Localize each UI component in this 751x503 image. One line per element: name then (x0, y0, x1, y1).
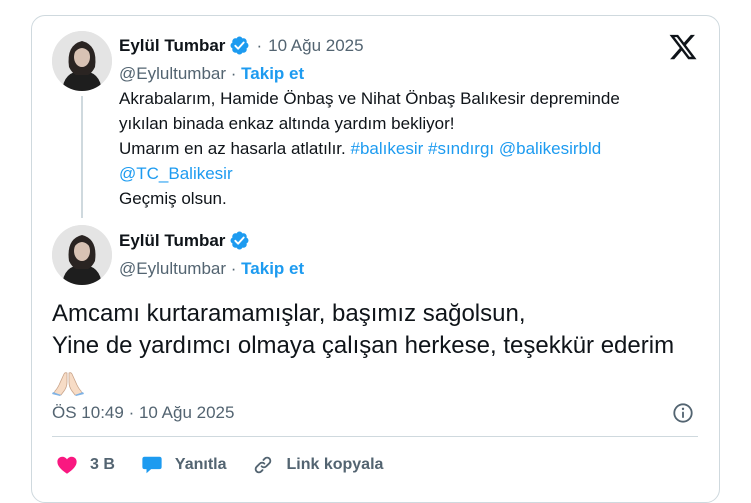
reply-icon (142, 456, 162, 474)
tweet-date[interactable]: 10 Ağu 2025 (268, 36, 363, 56)
tweet-line: Yine de yardımcı olmaya çalışan herkese,… (52, 332, 675, 359)
avatar[interactable] (52, 225, 112, 285)
like-count: 3 B (90, 456, 115, 473)
author-row: Eylül Tumbar · 10 Ağu 2025 (119, 35, 364, 56)
follow-button[interactable]: Takip et (241, 64, 304, 83)
separator-dot: · (128, 403, 135, 422)
x-logo-icon[interactable] (668, 32, 698, 62)
handle-row: @Eylultumbar · Takip et (119, 64, 304, 84)
first-tweet-text: Akrabalarım, Hamide Önbaş ve Nihat Önbaş… (119, 86, 699, 211)
author-row: Eylül Tumbar (119, 230, 250, 251)
tweet-line: Amcamı kurtaramamışlar, başımız sağolsun… (52, 300, 526, 327)
hashtag-link[interactable]: #sındırgı (428, 139, 494, 158)
mention-link[interactable]: @TC_Balikesir (119, 164, 233, 183)
author-handle[interactable]: @Eylultumbar (119, 259, 226, 278)
author-name[interactable]: Eylül Tumbar (119, 231, 225, 251)
separator-dot: · (230, 64, 237, 83)
avatar[interactable] (52, 31, 112, 91)
follow-button[interactable]: Takip et (241, 259, 304, 278)
timestamp-row[interactable]: ÖS 10:49 · 10 Ağu 2025 (52, 403, 234, 423)
author-handle[interactable]: @Eylultumbar (119, 64, 226, 83)
mention-link[interactable]: @balikesirbld (499, 139, 601, 158)
reply-label: Yanıtla (174, 456, 227, 473)
copy-link-button[interactable]: Link kopyala (252, 454, 383, 476)
author-name[interactable]: Eylül Tumbar (119, 36, 225, 56)
embedded-tweet-card: Eylül Tumbar · 10 Ağu 2025 @Eylultumbar … (31, 15, 720, 503)
heart-icon (57, 456, 77, 474)
handle-row: @Eylultumbar · Takip et (119, 259, 304, 279)
separator-dot: · (230, 259, 237, 278)
thread-line (81, 96, 83, 218)
action-bar: 3 B Yanıtla Link kopyala (56, 454, 409, 476)
verified-badge-icon (230, 231, 249, 250)
folded-hands-emoji-icon (52, 372, 84, 396)
tweet-date: 10 Ağu 2025 (138, 403, 235, 422)
separator-dot: · (256, 35, 263, 55)
tweet-line: Umarım en az hasarla atlatılır. (119, 139, 346, 158)
tweet-line: yıkılan binada enkaz altında yardım bekl… (119, 114, 455, 133)
reply-button[interactable]: Yanıtla (141, 454, 227, 476)
link-icon (255, 456, 272, 474)
like-button[interactable]: 3 B (56, 454, 115, 476)
info-icon[interactable] (672, 402, 694, 424)
tweet-line: Geçmiş olsun. (119, 189, 227, 208)
copy-link-label: Link kopyala (286, 456, 384, 473)
divider (52, 436, 698, 437)
hashtag-link[interactable]: #balıkesir (351, 139, 424, 158)
tweet-time: ÖS 10:49 (52, 403, 124, 422)
verified-badge-icon (230, 36, 249, 55)
reply-tweet-text: Amcamı kurtaramamışlar, başımız sağolsun… (52, 298, 702, 362)
tweet-line: Akrabalarım, Hamide Önbaş ve Nihat Önbaş… (119, 89, 620, 108)
